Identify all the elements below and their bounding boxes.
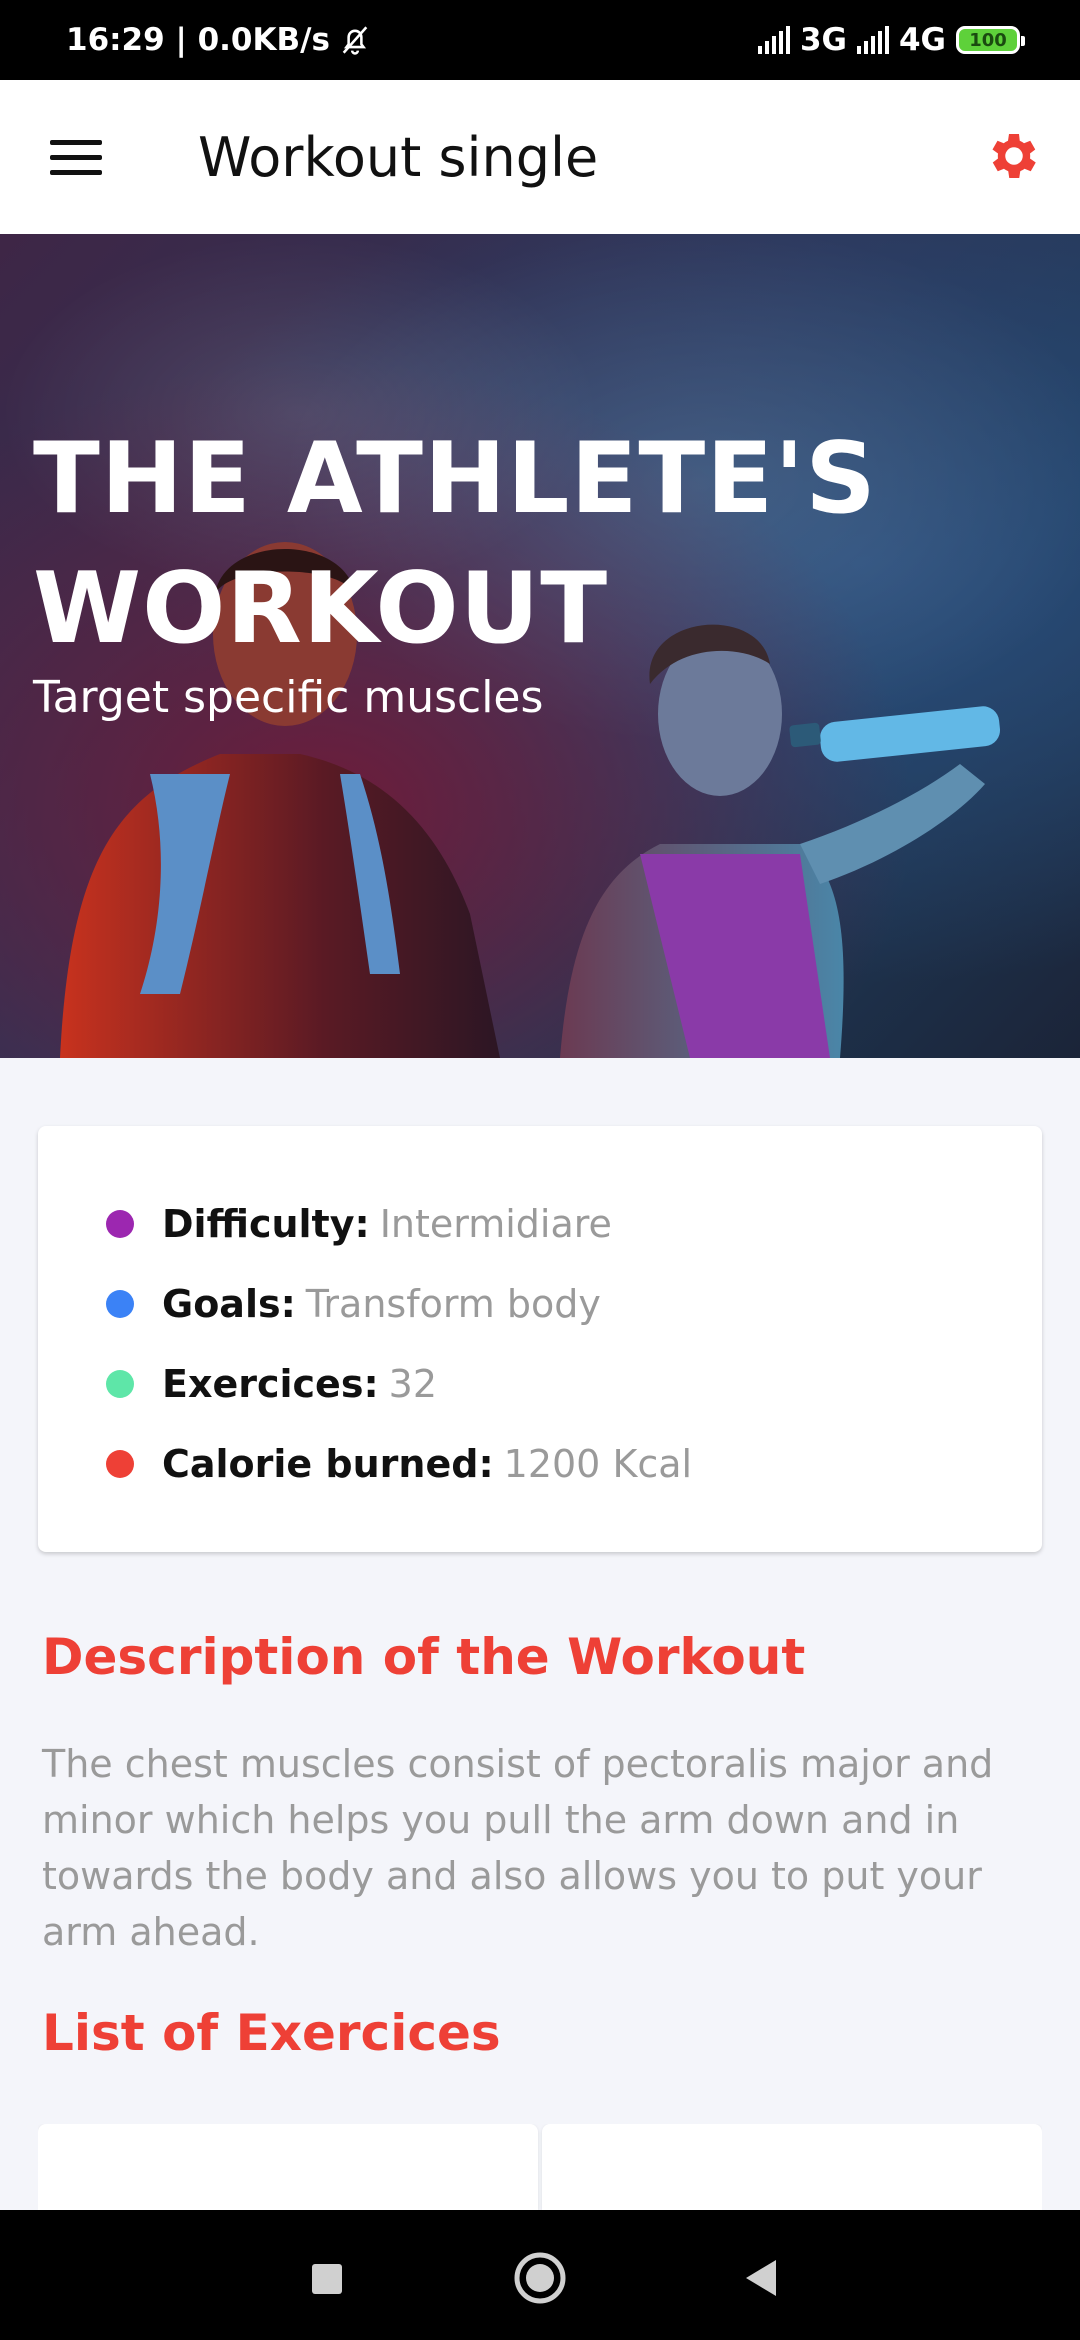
workout-info-card: Difficulty: Intermidiare Goals: Transfor…: [38, 1126, 1042, 1552]
hamburger-icon: [50, 140, 102, 145]
difficulty-value: Intermidiare: [379, 1202, 612, 1246]
hero-subtitle: Target specific muscles: [33, 672, 544, 723]
calories-dot-icon: [106, 1450, 134, 1478]
goals-label: Goals:: [162, 1282, 296, 1326]
back-triangle-icon: [746, 2260, 776, 2296]
goals-dot-icon: [106, 1290, 134, 1318]
network-4g: 4G: [898, 22, 946, 58]
description-heading: Description of the Workout: [42, 1628, 806, 1686]
difficulty-dot-icon: [106, 1210, 134, 1238]
info-row-calories: Calorie burned: 1200 Kcal: [106, 1424, 1042, 1504]
battery-level: 100: [969, 29, 1007, 51]
back-button[interactable]: [734, 2250, 790, 2306]
menu-button[interactable]: [50, 140, 102, 176]
page-title: Workout single: [198, 126, 599, 189]
bell-off-icon: [342, 26, 368, 55]
exercise-list: [38, 2124, 1042, 2210]
calories-label: Calorie burned:: [162, 1442, 494, 1486]
signal-icon: [757, 26, 790, 54]
goals-value: Transform body: [305, 1282, 601, 1326]
gear-icon: [992, 134, 1036, 178]
battery-icon: 100: [956, 26, 1025, 54]
exercise-card[interactable]: [542, 2124, 1042, 2210]
hero-title: THE ATHLETE'S WORKOUT: [33, 422, 877, 666]
square-icon: [312, 2264, 342, 2294]
exercises-value: 32: [388, 1362, 438, 1406]
status-right: 3G 4G 100: [757, 22, 1025, 58]
status-left: 16:29 | 0.0KB/s: [66, 22, 372, 58]
description-text: The chest muscles consist of pectoralis …: [42, 1742, 994, 1954]
info-row-exercises: Exercices: 32: [106, 1344, 1042, 1424]
info-row-difficulty: Difficulty: Intermidiare: [106, 1184, 1042, 1264]
exercise-card[interactable]: [38, 2124, 538, 2210]
difficulty-label: Difficulty:: [162, 1202, 370, 1246]
app-bar: Workout single: [0, 80, 1080, 234]
circle-icon: [514, 2252, 566, 2304]
system-nav-bar: [0, 2210, 1080, 2340]
status-bar: 16:29 | 0.0KB/s 3G 4G 100: [0, 0, 1080, 80]
info-row-goals: Goals: Transform body: [106, 1264, 1042, 1344]
recents-button[interactable]: [298, 2250, 354, 2306]
settings-button[interactable]: [984, 126, 1044, 186]
signal-icon-2: [856, 26, 889, 54]
exercises-dot-icon: [106, 1370, 134, 1398]
network-3g: 3G: [799, 22, 847, 58]
status-time-speed: 16:29 | 0.0KB/s: [66, 22, 330, 58]
home-button[interactable]: [512, 2250, 568, 2306]
exercises-label: Exercices:: [162, 1362, 379, 1406]
calories-value: 1200 Kcal: [503, 1442, 693, 1486]
exercises-heading: List of Exercices: [42, 2004, 501, 2062]
hero-banner: THE ATHLETE'S WORKOUT Target specific mu…: [0, 234, 1080, 1058]
